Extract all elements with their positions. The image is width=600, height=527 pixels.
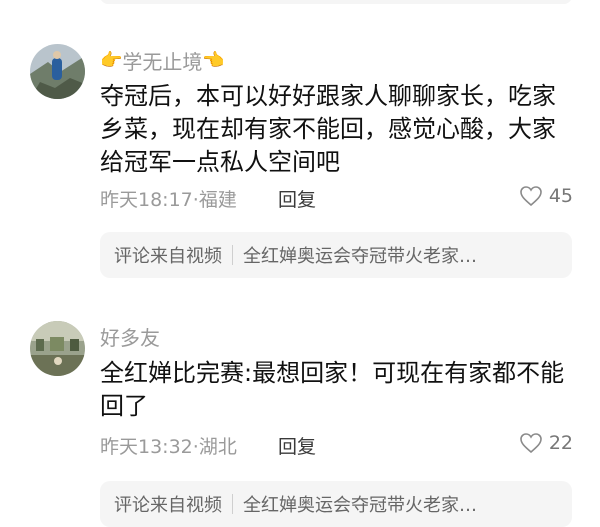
comment-time: 昨天18:17 <box>100 189 193 211</box>
divider <box>232 245 233 265</box>
pointing-hand-icon: 👈 <box>202 49 225 71</box>
source-label: 评论来自视频 <box>114 246 222 267</box>
reply-button[interactable]: 回复 <box>278 185 316 212</box>
pointing-hand-icon: 👉 <box>100 49 123 71</box>
avatar[interactable] <box>30 44 85 99</box>
comment-meta: 昨天18:17·福建 <box>100 189 237 211</box>
source-title: 全红婵奥运会夺冠带火老家… <box>243 246 477 267</box>
comment-meta: 昨天13:32·湖北 <box>100 436 237 458</box>
heart-icon <box>520 186 542 207</box>
like-count: 45 <box>548 185 573 207</box>
source-video-card[interactable]: 评论来自视频 全红婵奥运会夺冠带火老家… <box>100 481 572 527</box>
comment-location: 福建 <box>198 189 237 211</box>
reply-button[interactable]: 回复 <box>278 432 316 459</box>
heart-icon <box>520 433 542 454</box>
comment-time: 昨天13:32 <box>100 436 193 458</box>
username[interactable]: 👉 学无止境 👈 <box>100 46 225 75</box>
avatar[interactable] <box>30 321 85 376</box>
like-button[interactable]: 22 <box>519 432 573 454</box>
source-title: 全红婵奥运会夺冠带火老家… <box>243 495 477 516</box>
like-button[interactable]: 45 <box>519 185 573 207</box>
previous-source-card[interactable] <box>100 0 572 4</box>
source-label: 评论来自视频 <box>114 495 222 516</box>
like-count: 22 <box>548 432 573 454</box>
comment-text: 夺冠后，本可以好好跟家人聊聊家长，吃家乡菜，现在却有家不能回，感觉心酸，大家给冠… <box>100 82 556 176</box>
source-video-card[interactable]: 评论来自视频 全红婵奥运会夺冠带火老家… <box>100 232 572 278</box>
username[interactable]: 好多友 <box>100 322 160 351</box>
comment-location: 湖北 <box>198 436 237 458</box>
comment-text: 全红婵比完赛:最想回家！可现在有家都不能回了 <box>100 359 565 420</box>
divider <box>232 494 233 514</box>
